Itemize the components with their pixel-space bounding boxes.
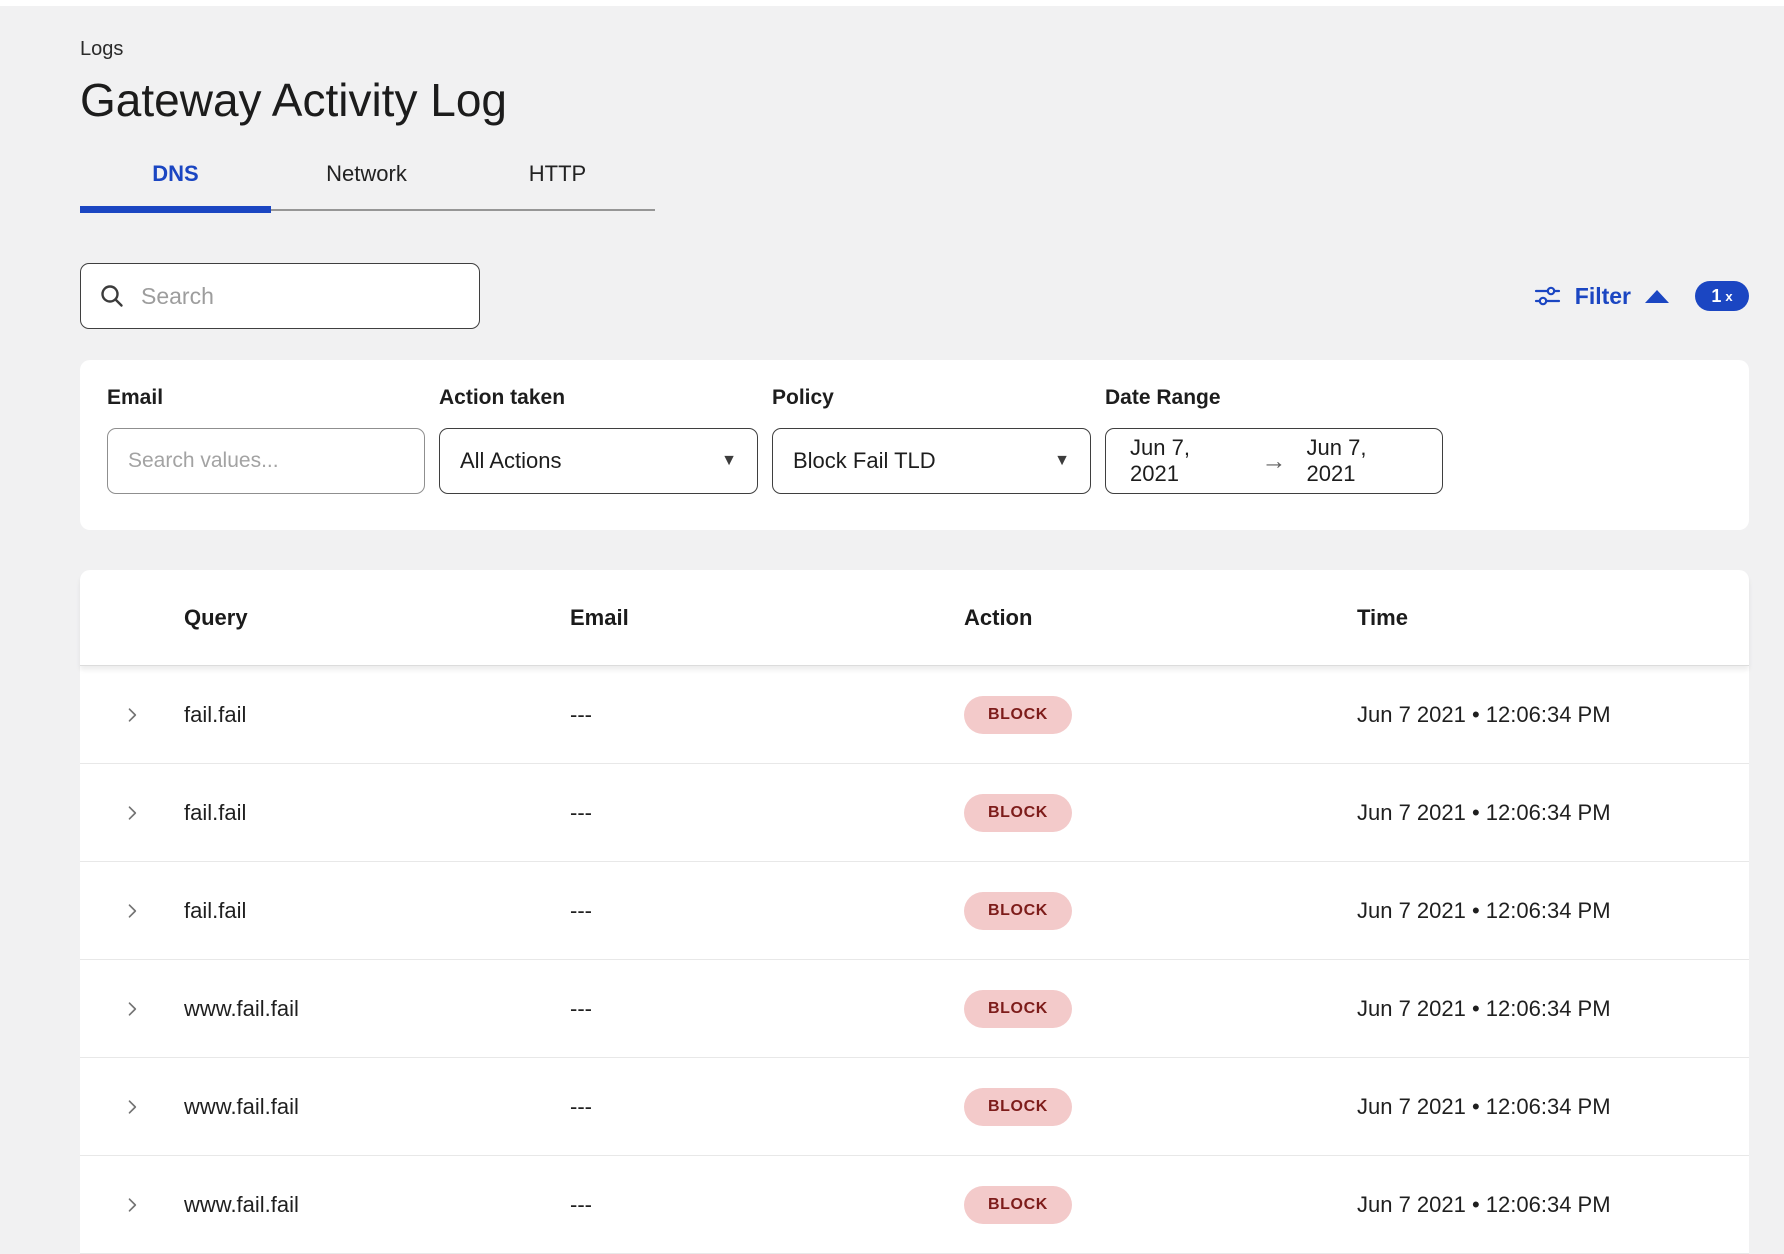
row-query: www.fail.fail [184, 1094, 570, 1120]
action-cell: BLOCK [964, 990, 1357, 1028]
column-header-email: Email [570, 605, 964, 631]
table-row[interactable]: www.fail.fail --- BLOCK Jun 7 2021 • 12:… [80, 960, 1749, 1058]
status-badge: BLOCK [964, 892, 1072, 930]
row-query: fail.fail [184, 800, 570, 826]
row-query: www.fail.fail [184, 1192, 570, 1218]
row-query: www.fail.fail [184, 996, 570, 1022]
table-row[interactable]: fail.fail --- BLOCK Jun 7 2021 • 12:06:3… [80, 666, 1749, 764]
date-range-start[interactable]: Jun 7, 2021 [1130, 435, 1242, 487]
column-header-time: Time [1357, 605, 1749, 631]
filter-toggle-button[interactable]: Filter [1575, 283, 1631, 310]
expand-row-button[interactable] [80, 705, 184, 725]
policy-filter-label: Policy [772, 386, 1091, 410]
status-badge: BLOCK [964, 1186, 1072, 1224]
action-filter-label: Action taken [439, 386, 758, 410]
expand-row-button[interactable] [80, 1195, 184, 1215]
row-query: fail.fail [184, 702, 570, 728]
chevron-right-icon [122, 999, 142, 1019]
row-time: Jun 7 2021 • 12:06:34 PM [1357, 1192, 1749, 1218]
row-time: Jun 7 2021 • 12:06:34 PM [1357, 1094, 1749, 1120]
search-filter-row: Filter 1 x [80, 263, 1749, 329]
table-header-row: Query Email Action Time [80, 570, 1749, 666]
filter-sliders-icon[interactable] [1534, 283, 1561, 310]
action-cell: BLOCK [964, 1088, 1357, 1126]
status-badge: BLOCK [964, 990, 1072, 1028]
chevron-right-icon [122, 803, 142, 823]
breadcrumb[interactable]: Logs [80, 38, 1749, 61]
action-filter-value: All Actions [460, 448, 562, 474]
filter-panel: Email Action taken All Actions ▼ Policy … [80, 360, 1749, 530]
action-cell: BLOCK [964, 1186, 1357, 1224]
row-email: --- [570, 1192, 964, 1218]
filter-count: 1 [1711, 286, 1721, 307]
tab-bar: DNS Network HTTP [80, 161, 655, 211]
chevron-right-icon [122, 901, 142, 921]
chevron-right-icon [122, 1195, 142, 1215]
policy-filter-value: Block Fail TLD [793, 448, 936, 474]
table-row[interactable]: fail.fail --- BLOCK Jun 7 2021 • 12:06:3… [80, 764, 1749, 862]
row-email: --- [570, 898, 964, 924]
tab-dns[interactable]: DNS [80, 161, 271, 209]
filter-clear-x: x [1725, 289, 1732, 304]
page-content: Logs Gateway Activity Log DNS Network HT… [0, 38, 1784, 1254]
status-badge: BLOCK [964, 794, 1072, 832]
search-input[interactable] [141, 283, 461, 310]
table-body: fail.fail --- BLOCK Jun 7 2021 • 12:06:3… [80, 666, 1749, 1254]
row-email: --- [570, 800, 964, 826]
chevron-down-icon: ▼ [1054, 452, 1070, 470]
action-filter-select[interactable]: All Actions ▼ [439, 428, 758, 494]
expand-row-button[interactable] [80, 803, 184, 823]
table-row[interactable]: fail.fail --- BLOCK Jun 7 2021 • 12:06:3… [80, 862, 1749, 960]
row-email: --- [570, 996, 964, 1022]
date-range-end[interactable]: Jun 7, 2021 [1307, 435, 1419, 487]
policy-filter-select[interactable]: Block Fail TLD ▼ [772, 428, 1091, 494]
status-badge: BLOCK [964, 696, 1072, 734]
action-cell: BLOCK [964, 696, 1357, 734]
date-range-label: Date Range [1105, 386, 1443, 410]
action-cell: BLOCK [964, 794, 1357, 832]
page-title: Gateway Activity Log [80, 73, 1749, 127]
filter-field-date-range: Date Range Jun 7, 2021 → Jun 7, 2021 [1105, 386, 1443, 494]
row-time: Jun 7 2021 • 12:06:34 PM [1357, 898, 1749, 924]
chevron-right-icon [122, 705, 142, 725]
row-time: Jun 7 2021 • 12:06:34 PM [1357, 800, 1749, 826]
tab-http[interactable]: HTTP [462, 161, 653, 209]
search-box[interactable] [80, 263, 480, 329]
collapse-caret-icon[interactable] [1645, 290, 1669, 303]
chevron-down-icon: ▼ [721, 452, 737, 470]
table-row[interactable]: www.fail.fail --- BLOCK Jun 7 2021 • 12:… [80, 1058, 1749, 1156]
search-icon [99, 283, 125, 309]
action-cell: BLOCK [964, 892, 1357, 930]
status-badge: BLOCK [964, 1088, 1072, 1126]
date-range-picker[interactable]: Jun 7, 2021 → Jun 7, 2021 [1105, 428, 1443, 494]
filter-field-action: Action taken All Actions ▼ [439, 386, 758, 494]
column-header-action: Action [964, 605, 1357, 631]
table-row[interactable]: www.fail.fail --- BLOCK Jun 7 2021 • 12:… [80, 1156, 1749, 1254]
email-filter-input[interactable] [107, 428, 425, 494]
arrow-right-icon: → [1262, 449, 1287, 474]
row-email: --- [570, 702, 964, 728]
email-filter-label: Email [107, 386, 425, 410]
chevron-right-icon [122, 1097, 142, 1117]
filter-field-email: Email [107, 386, 425, 494]
expand-row-button[interactable] [80, 901, 184, 921]
expand-row-button[interactable] [80, 999, 184, 1019]
row-time: Jun 7 2021 • 12:06:34 PM [1357, 702, 1749, 728]
row-query: fail.fail [184, 898, 570, 924]
row-email: --- [570, 1094, 964, 1120]
column-header-query: Query [184, 605, 570, 631]
activity-log-table: Query Email Action Time fail.fail --- BL… [80, 570, 1749, 1254]
filter-field-policy: Policy Block Fail TLD ▼ [772, 386, 1091, 494]
tab-network[interactable]: Network [271, 161, 462, 209]
filter-count-badge[interactable]: 1 x [1695, 281, 1749, 311]
expand-row-button[interactable] [80, 1097, 184, 1117]
filter-controls: Filter 1 x [1534, 281, 1749, 311]
row-time: Jun 7 2021 • 12:06:34 PM [1357, 996, 1749, 1022]
top-strip [0, 0, 1784, 6]
